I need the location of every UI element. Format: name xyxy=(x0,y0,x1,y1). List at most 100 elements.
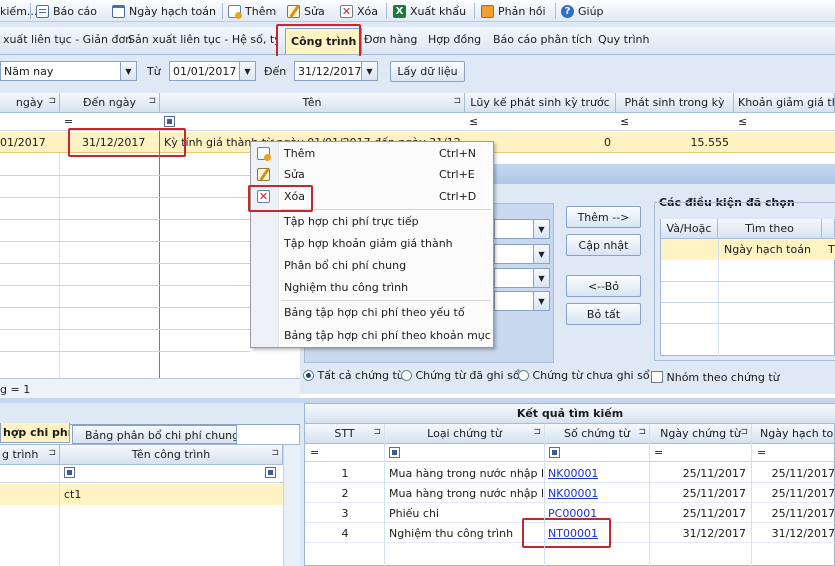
pin-icon[interactable]: ⊐ xyxy=(148,96,156,106)
filter-op[interactable]: = xyxy=(654,446,663,459)
fetch-data-button[interactable]: Lấy dữ liệu xyxy=(390,61,465,82)
criteria-select-1[interactable]: ▼ xyxy=(494,219,550,239)
doc-link[interactable]: PC00001 xyxy=(548,507,597,520)
menu-item-direct-cost[interactable]: Tập hợp chi phí trực tiếp xyxy=(251,211,493,232)
col-doc-type[interactable]: Loại chứng từ ⊐ xyxy=(385,424,545,444)
pin-icon[interactable]: ⊐ xyxy=(638,427,646,437)
tab-order[interactable]: Đơn hàng xyxy=(364,33,417,46)
tab-contract[interactable]: Hợp đồng xyxy=(428,33,481,46)
remove-all-button[interactable]: Bỏ tất xyxy=(566,303,641,325)
col-to-date[interactable]: Đến ngày ⊐ xyxy=(60,93,160,113)
criteria-select-3[interactable]: ▼ xyxy=(494,268,550,288)
record-count: g = 1 xyxy=(0,383,31,396)
pin-icon[interactable]: ⊐ xyxy=(48,96,56,106)
filter-op[interactable]: = xyxy=(757,446,766,459)
tab-general-allocation[interactable]: Bảng phân bổ chi phí chung xyxy=(72,425,237,444)
scrollbar[interactable] xyxy=(283,445,300,566)
filter-op[interactable]: ≤ xyxy=(620,115,629,128)
add-document-icon xyxy=(228,4,242,19)
search-tool-button[interactable]: kiếm... xyxy=(0,3,37,19)
table-row[interactable] xyxy=(0,484,283,505)
tab-construction[interactable]: Công trình xyxy=(285,28,363,54)
tab-ratio-production[interactable]: Sản xuất liên tục - Hệ số, tỷ lệ xyxy=(128,33,276,46)
chevron-down-icon[interactable]: ▼ xyxy=(533,269,549,287)
export-button[interactable]: X Xuất khẩu xyxy=(393,3,466,19)
edit-button[interactable]: Sửa xyxy=(287,3,325,19)
menu-item-add[interactable]: Thêm Ctrl+N xyxy=(251,143,493,164)
menu-item-edit[interactable]: Sửa Ctrl+E xyxy=(251,164,493,185)
chevron-down-icon[interactable]: ▼ xyxy=(239,62,255,80)
filter-checkbox[interactable] xyxy=(389,447,400,461)
feedback-button[interactable]: Phản hồi xyxy=(481,3,546,19)
checkbox-icon[interactable] xyxy=(651,371,663,383)
filter-checkbox[interactable] xyxy=(164,116,175,130)
filter-op[interactable]: ≤ xyxy=(469,115,478,128)
period-select[interactable]: Năm nay ▼ xyxy=(0,61,137,81)
from-date-input[interactable]: 01/01/2017 ▼ xyxy=(169,61,256,81)
col-cost-reduction[interactable]: Khoản giảm giá thành xyxy=(734,93,835,113)
criteria-select-2[interactable]: ▼ xyxy=(494,244,550,264)
pin-icon[interactable]: ⊐ xyxy=(373,427,381,437)
col-name[interactable]: Tên ⊐ xyxy=(160,93,465,113)
update-condition-button[interactable]: Cập nhật xyxy=(566,234,641,256)
menu-item-delete[interactable]: ✕ Xóa Ctrl+D xyxy=(251,186,493,207)
doc-link[interactable]: NT00001 xyxy=(548,527,598,540)
filter-op[interactable]: = xyxy=(310,446,319,459)
menu-item-general-allocation[interactable]: Phân bổ chi phí chung xyxy=(251,255,493,276)
col-search-by[interactable]: Tìm theo xyxy=(718,219,822,239)
tab-cost-collection[interactable]: hợp chi phí xyxy=(0,423,70,443)
radio-posted-docs[interactable]: Chứng từ đã ghi sổ xyxy=(401,369,520,382)
filter-checkbox[interactable] xyxy=(265,467,276,481)
tab-simple-production[interactable]: xuất liên tục - Giản đơn xyxy=(3,33,132,46)
radio-icon[interactable] xyxy=(401,370,412,381)
col-from-date[interactable]: ngày ⊐ xyxy=(0,93,60,113)
col-prior-accum[interactable]: Lũy kế phát sinh kỳ trước xyxy=(465,93,616,113)
filter-checkbox[interactable] xyxy=(549,447,560,461)
col-doc-no[interactable]: Số chứng từ ⊐ xyxy=(545,424,650,444)
menu-item-cost-reduction[interactable]: Tập hợp khoản giảm giá thành xyxy=(251,233,493,254)
pin-icon[interactable]: ⊐ xyxy=(453,96,461,106)
col-and-or[interactable]: Và/Hoặc xyxy=(661,219,718,239)
col-doc-date[interactable]: Ngày chứng từ ⊐ xyxy=(650,424,752,444)
chevron-down-icon[interactable]: ▼ xyxy=(533,292,549,310)
add-button[interactable]: Thêm xyxy=(228,3,276,19)
radio-icon[interactable] xyxy=(518,370,529,381)
filter-checkbox[interactable] xyxy=(64,467,75,481)
col-construction-code[interactable]: g trình ⊐ xyxy=(0,445,60,465)
doc-link[interactable]: NK00001 xyxy=(548,487,598,500)
col-extra[interactable] xyxy=(822,219,835,239)
account-date-button[interactable]: Ngày hạch toán xyxy=(112,3,216,19)
pin-icon[interactable]: ⊐ xyxy=(533,427,541,437)
add-condition-button[interactable]: Thêm --> xyxy=(566,206,641,228)
chevron-down-icon[interactable]: ▼ xyxy=(533,220,549,238)
delete-button[interactable]: ✕ Xóa xyxy=(340,3,378,19)
menu-item-acceptance[interactable]: Nghiệm thu công trình xyxy=(251,277,493,298)
menu-item-cost-by-element[interactable]: Bảng tập hợp chi phí theo yếu tố xyxy=(251,302,493,323)
grid-line xyxy=(751,424,752,566)
remove-condition-button[interactable]: <--Bỏ xyxy=(566,275,641,297)
to-date-input[interactable]: 31/12/2017 ▼ xyxy=(294,61,378,81)
chevron-down-icon[interactable]: ▼ xyxy=(361,62,377,80)
col-construction-name[interactable]: Tên công trình ⊐ xyxy=(60,445,283,465)
chevron-down-icon[interactable]: ▼ xyxy=(120,62,136,80)
pin-icon[interactable]: ⊐ xyxy=(48,448,56,458)
col-in-period[interactable]: Phát sinh trong kỳ xyxy=(616,93,734,113)
col-post-date[interactable]: Ngày hạch toán xyxy=(752,424,835,444)
tab-analysis-report[interactable]: Báo cáo phân tích xyxy=(493,33,592,46)
doc-link[interactable]: NK00001 xyxy=(548,467,598,480)
radio-unposted-docs[interactable]: Chứng từ chưa ghi sổ xyxy=(518,369,650,382)
filter-op[interactable]: = xyxy=(64,115,73,128)
report-button[interactable]: Báo cáo xyxy=(36,3,97,19)
menu-item-cost-by-item[interactable]: Bảng tập hợp chi phí theo khoản mục xyxy=(251,325,493,346)
chevron-down-icon[interactable]: ▼ xyxy=(533,245,549,263)
pin-icon[interactable]: ⊐ xyxy=(740,427,748,437)
filter-op[interactable]: ≤ xyxy=(738,115,747,128)
pin-icon[interactable]: ⊐ xyxy=(271,448,279,458)
tab-process[interactable]: Quy trình xyxy=(598,33,649,46)
radio-all-docs[interactable]: Tất cả chứng từ xyxy=(303,369,404,382)
col-stt[interactable]: STT ⊐ xyxy=(305,424,385,444)
group-by-doc-checkbox[interactable]: Nhóm theo chứng từ xyxy=(651,371,780,384)
help-button[interactable]: ? Giúp xyxy=(561,3,604,19)
radio-icon[interactable] xyxy=(303,370,314,381)
criteria-select-4[interactable]: ▼ xyxy=(494,291,550,311)
